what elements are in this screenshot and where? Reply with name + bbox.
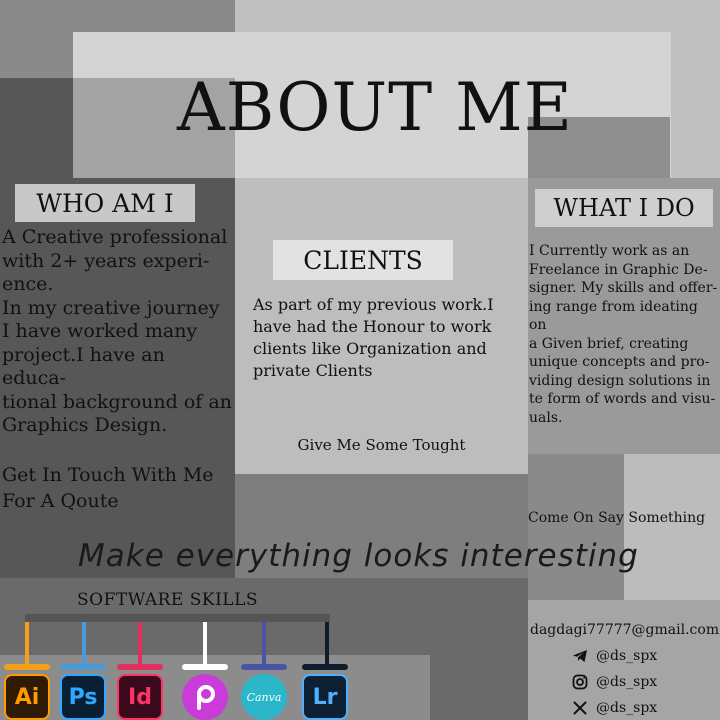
indesign-label: Id <box>128 684 152 710</box>
telegram-icon <box>573 650 587 662</box>
tagline: Make everything looks interesting <box>78 538 639 574</box>
illustrator-label: Ai <box>14 684 40 710</box>
clients-line: private Clients <box>253 361 373 380</box>
cta-line: For A Qoute <box>2 490 119 512</box>
skill-bar <box>182 664 228 670</box>
who-am-i-heading: WHO AM I <box>15 184 195 222</box>
skill-stem <box>25 622 29 664</box>
who-line: A Creative professional <box>2 226 228 248</box>
canva-label: Canva <box>246 690 282 704</box>
contact-telegram[interactable]: @ds_spx <box>572 648 657 664</box>
what-line: te form of words and visu- <box>529 391 716 407</box>
photoshop-icon: Ps <box>60 674 106 720</box>
clients-heading-text: CLIENTS <box>303 245 423 275</box>
skill-stem <box>82 622 86 664</box>
skills-connector <box>25 614 330 622</box>
lightroom-icon: Lr <box>302 674 348 720</box>
clients-line: As part of my previous work.I <box>253 295 494 314</box>
skill-stem <box>138 622 142 664</box>
telegram-handle: @ds_spx <box>596 648 658 664</box>
skill-bar <box>4 664 50 670</box>
skill-bar <box>60 664 106 670</box>
skill-stem <box>325 622 329 664</box>
who-line: ence. <box>2 273 54 295</box>
clients-line: clients like Organization and <box>253 339 487 358</box>
clients-heading: CLIENTS <box>273 240 453 280</box>
cta-line: Get In Touch With Me <box>2 464 214 486</box>
skill-bar <box>241 664 287 670</box>
what-line: unique concepts and pro- <box>529 354 710 370</box>
who-line: In my creative journey <box>2 296 220 319</box>
bg-block-right-square <box>624 454 720 600</box>
what-line: Freelance in Graphic De- <box>529 261 708 278</box>
instagram-handle: @ds_spx <box>596 674 658 690</box>
software-skills-heading: SOFTWARE SKILLS <box>77 590 259 610</box>
photoshop-label: Ps <box>68 684 98 710</box>
about-me-poster: ABOUT ME WHO AM I A Creative professiona… <box>0 0 720 720</box>
x-icon <box>573 701 587 715</box>
instagram-icon <box>572 674 588 690</box>
clients-body: As part of my previous work.I have had t… <box>253 294 523 382</box>
lightroom-label: Lr <box>312 684 338 710</box>
who-line: tional background of an <box>2 390 232 413</box>
who-am-i-body: A Creative professional with 2+ years ex… <box>2 226 234 438</box>
x-handle: @ds_spx <box>596 700 658 716</box>
who-line: project.I have an educa- <box>2 343 165 390</box>
picsart-glyph <box>197 685 215 710</box>
what-line: ing range from ideating on <box>529 298 698 334</box>
clients-line: have had the Honour to work <box>253 317 492 336</box>
what-line: I Currently work as an <box>529 243 690 259</box>
what-line: a Given brief, creating <box>529 335 689 352</box>
what-i-do-heading-text: WHAT I DO <box>553 194 695 222</box>
what-line: uals. <box>529 409 563 426</box>
skill-stem <box>262 622 266 664</box>
canva-icon: Canva <box>241 674 287 720</box>
what-line: viding design solutions in <box>529 372 711 389</box>
what-i-do-footer: Come On Say Something <box>528 510 706 526</box>
skill-stem <box>203 622 207 664</box>
skill-bar <box>117 664 163 670</box>
picsart-icon <box>182 674 228 720</box>
illustrator-icon: Ai <box>4 674 50 720</box>
clients-footer: Give Me Some Tought <box>297 436 466 454</box>
get-in-touch-text: Get In Touch With Me For A Qoute <box>2 462 234 514</box>
contact-x[interactable]: @ds_spx <box>572 700 657 716</box>
what-i-do-body: I Currently work as an Freelance in Grap… <box>529 242 719 427</box>
who-line: with 2+ years experi- <box>2 249 210 272</box>
contact-email[interactable]: dagdagi77777@gmail.com <box>530 622 719 638</box>
who-line: I have worked many <box>2 320 198 342</box>
who-line: Graphics Design. <box>2 414 168 436</box>
skill-bar <box>302 664 348 670</box>
who-am-i-heading-text: WHO AM I <box>36 188 174 218</box>
indesign-icon: Id <box>117 674 163 720</box>
page-title: ABOUT ME <box>177 69 573 146</box>
what-i-do-heading: WHAT I DO <box>535 189 713 227</box>
what-line: signer. My skills and offer- <box>529 280 718 296</box>
contact-instagram[interactable]: @ds_spx <box>572 674 657 690</box>
